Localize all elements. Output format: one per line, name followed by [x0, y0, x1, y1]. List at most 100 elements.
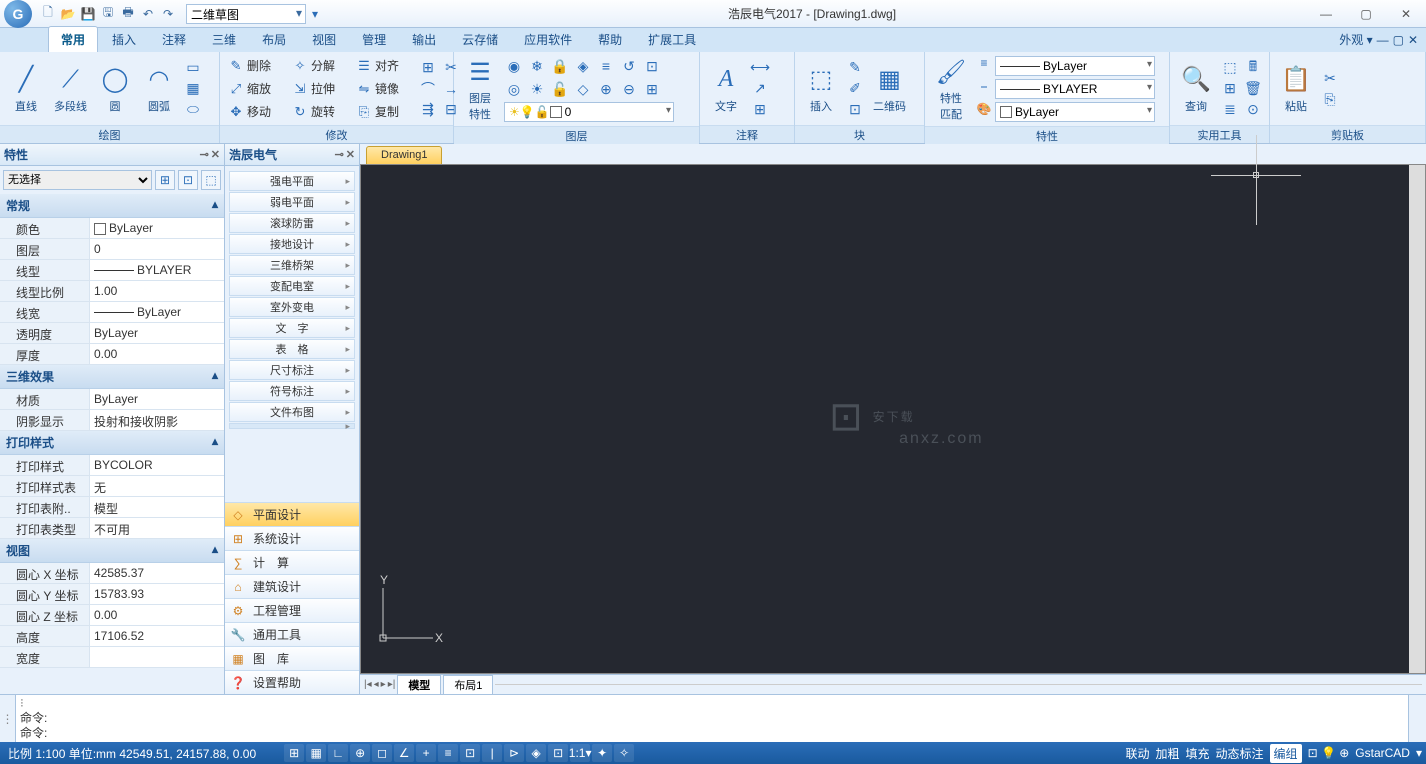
selection-combo[interactable]: 无选择 [3, 170, 152, 190]
paste-button[interactable]: 📋粘贴 [1276, 62, 1316, 116]
layer-thaw-icon[interactable]: ☀ [527, 79, 547, 99]
ribbon-tab-2[interactable]: 注释 [150, 27, 198, 52]
prop-row[interactable]: 打印样式表无 [0, 476, 224, 497]
close-ribbon-icon[interactable]: ✕ [1408, 33, 1418, 47]
prop-row[interactable]: 高度17106.52 [0, 626, 224, 647]
align-button[interactable]: ☰对齐 [354, 55, 414, 77]
close-palette2-icon[interactable]: ✕ [346, 148, 355, 161]
ribbon-tab-9[interactable]: 应用软件 [512, 27, 584, 52]
minimize-button[interactable]: — [1306, 4, 1346, 24]
layer-on-icon[interactable]: ◎ [504, 79, 524, 99]
color-icon[interactable]: 🎨 [975, 102, 993, 122]
erase-button[interactable]: ✎删除 [226, 55, 286, 77]
dim-linear-icon[interactable]: ⟷ [750, 58, 770, 78]
ribbon-tab-3[interactable]: 三维 [200, 27, 248, 52]
select-icon[interactable]: ⬚ [1220, 58, 1240, 78]
text-button[interactable]: A文字 [706, 62, 746, 116]
arc-button[interactable]: ◠圆弧 [139, 62, 179, 116]
scale-toggle[interactable]: 1:1▾ [570, 744, 590, 762]
haochen-category[interactable]: 🔧通用工具 [225, 622, 359, 646]
haochen-item[interactable]: 室外变电 [229, 297, 355, 317]
ribbon-tab-5[interactable]: 视图 [300, 27, 348, 52]
status-jiacu[interactable]: 加粗 [1156, 745, 1180, 762]
prop-row[interactable]: 线宽ByLayer [0, 302, 224, 323]
redo-icon[interactable]: ↷ [160, 6, 176, 22]
model-tab[interactable]: 模型 [397, 675, 441, 695]
rect-icon[interactable]: ▭ [183, 58, 203, 78]
layer-match-icon[interactable]: ≡ [596, 56, 616, 76]
cut-icon[interactable]: ✂ [1320, 68, 1340, 88]
haochen-item[interactable]: 接地设计 [229, 234, 355, 254]
restore-ribbon-icon[interactable]: ▢ [1393, 33, 1404, 47]
prop-category[interactable]: 视图▴ [0, 539, 224, 563]
haochen-category[interactable]: ❓设置帮助 [225, 670, 359, 694]
min-ribbon-icon[interactable]: — [1377, 33, 1389, 47]
rotate-button[interactable]: ↻旋转 [290, 101, 350, 123]
offset-icon[interactable]: ⇶ [418, 100, 438, 120]
edit-block-icon[interactable]: ✐ [845, 79, 865, 99]
layer-iso-icon[interactable]: ◈ [573, 56, 593, 76]
prop-row[interactable]: 圆心 Y 坐标15783.93 [0, 584, 224, 605]
create-block-icon[interactable]: ✎ [845, 58, 865, 78]
prop-row[interactable]: 圆心 Z 坐标0.00 [0, 605, 224, 626]
fillet-icon[interactable]: ⌒ [418, 79, 438, 99]
layer-merge-icon[interactable]: ⊕ [596, 79, 616, 99]
grid-toggle[interactable]: ⊞ [284, 744, 304, 762]
polyline-button[interactable]: ⟋多段线 [50, 62, 91, 116]
list-icon[interactable]: ≣ [1220, 100, 1240, 120]
linetype-combo[interactable]: BYLAYER [995, 79, 1155, 99]
prop-row[interactable]: 打印样式BYCOLOR [0, 455, 224, 476]
lineweight-icon[interactable]: ≡ [975, 56, 993, 76]
haochen-item[interactable]: 变配电室 [229, 276, 355, 296]
status-liandong[interactable]: 联动 [1125, 745, 1149, 762]
haochen-item[interactable]: 尺寸标注 [229, 360, 355, 380]
array-icon[interactable]: ⊞ [418, 58, 438, 78]
lineweight-combo[interactable]: ByLayer [995, 56, 1155, 76]
ribbon-tab-7[interactable]: 输出 [400, 27, 448, 52]
insert-button[interactable]: ⬚插入 [801, 62, 841, 116]
annoscale-toggle[interactable]: ✦ [592, 744, 612, 762]
drawing-canvas[interactable]: ⊡安下载 anxz.com X Y [360, 164, 1426, 674]
quick-select-icon2[interactable]: ⊡ [178, 170, 198, 190]
prop-row[interactable]: 图层0 [0, 239, 224, 260]
haochen-item[interactable]: 强电平面 [229, 171, 355, 191]
ribbon-tab-10[interactable]: 帮助 [586, 27, 634, 52]
save-icon[interactable]: 💾 [80, 6, 96, 22]
line-button[interactable]: ╱直线 [6, 62, 46, 116]
haochen-category[interactable]: ∑计 算 [225, 550, 359, 574]
quick-select-icon[interactable]: ⊞ [1220, 79, 1240, 99]
snap2-toggle[interactable]: ⊳ [504, 744, 524, 762]
snap-toggle[interactable]: ▦ [306, 744, 326, 762]
linetype-icon[interactable]: ⎯ [975, 79, 993, 99]
prop-row[interactable]: 阴影显示投射和接收阴影 [0, 410, 224, 431]
layer-walk-icon[interactable]: ⊡ [642, 56, 662, 76]
haochen-item[interactable]: 三维桥架 [229, 255, 355, 275]
prop-row[interactable]: 颜色ByLayer [0, 218, 224, 239]
ribbon-tab-0[interactable]: 常用 [48, 26, 98, 52]
polar-toggle[interactable]: ⊕ [350, 744, 370, 762]
inquiry-button[interactable]: 🔍查询 [1176, 62, 1216, 116]
osnap-toggle[interactable]: ◻ [372, 744, 392, 762]
model-toggle[interactable]: ⊡ [460, 744, 480, 762]
layer-properties-button[interactable]: ☰图层 特性 [460, 54, 500, 124]
canvas-vscroll[interactable] [1409, 165, 1425, 673]
zoom-icons[interactable]: ⊡ 💡 ⊕ [1308, 746, 1350, 760]
copy-clip-icon[interactable]: ⎘ [1320, 89, 1340, 109]
attr-icon[interactable]: ⊡ [845, 100, 865, 120]
stretch-button[interactable]: ⇲拉伸 [290, 78, 350, 100]
maximize-button[interactable]: ▢ [1346, 4, 1386, 24]
undo-icon[interactable]: ↶ [140, 6, 156, 22]
otrack-toggle[interactable]: ∠ [394, 744, 414, 762]
new-icon[interactable]: 🗋 [40, 6, 56, 22]
layer-freeze-icon[interactable]: ❄ [527, 56, 547, 76]
status-dtbz[interactable]: 动态标注 [1216, 745, 1264, 762]
prop-row[interactable]: 线型BYLAYER [0, 260, 224, 281]
prop-row[interactable]: 宽度 [0, 647, 224, 668]
cmd-grip-icon[interactable]: ⋮ [0, 695, 16, 742]
hscroll[interactable] [495, 684, 1422, 694]
prop-row[interactable]: 厚度0.00 [0, 344, 224, 365]
workspace-combo[interactable]: 二维草图 [186, 4, 306, 24]
tab-prev-icon[interactable]: ◂ [374, 679, 379, 690]
ribbon-tab-4[interactable]: 布局 [250, 27, 298, 52]
pin-icon[interactable]: ⊸ [200, 148, 209, 161]
